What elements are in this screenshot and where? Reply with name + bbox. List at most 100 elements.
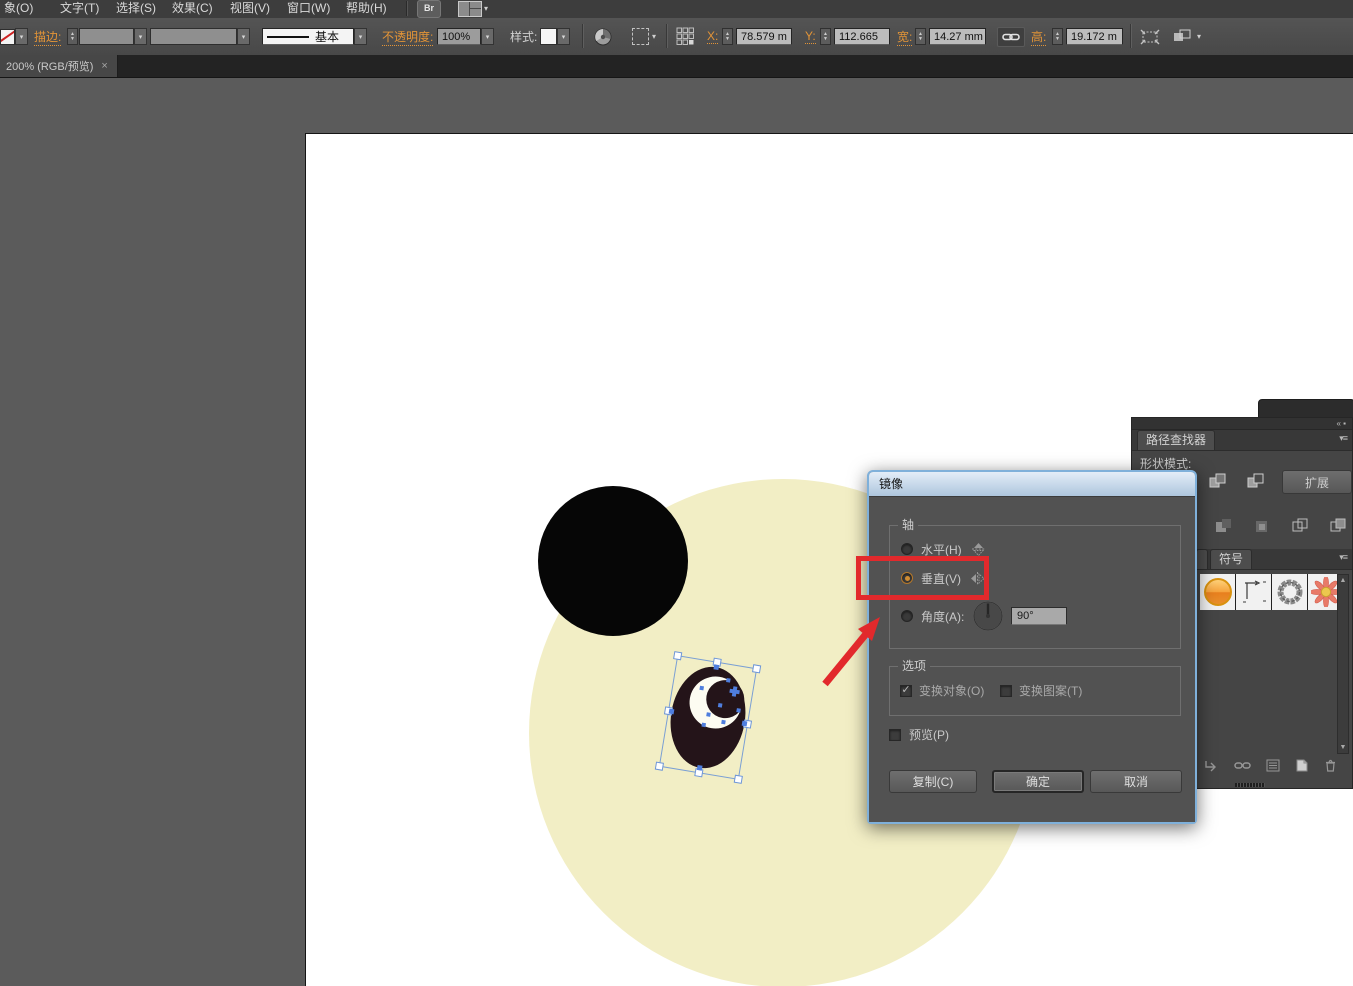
symbols-panel-menu-icon[interactable]: ▾≡	[1339, 553, 1347, 562]
height-stepper[interactable]: ▲▼	[1052, 28, 1063, 45]
width-field[interactable]: 14.27 mm	[929, 28, 986, 45]
align-caret-icon[interactable]: ▾	[1197, 33, 1201, 41]
preview-checkbox[interactable]	[889, 729, 901, 741]
menu-help[interactable]: 帮助(H)	[342, 0, 391, 18]
stroke-weight-dropdown[interactable]: ▾	[79, 28, 147, 45]
align-objects-icon[interactable]: ▾	[1172, 28, 1201, 45]
scroll-down-icon[interactable]: ▼	[1340, 744, 1347, 751]
angle-radio-label[interactable]: 角度(A):	[921, 608, 964, 625]
collapse-panels-icon[interactable]: « ▪	[1336, 420, 1346, 428]
y-stepper[interactable]: ▲▼	[820, 28, 831, 45]
width-stepper[interactable]: ▲▼	[915, 28, 926, 45]
select-similar-icon[interactable]: ▾	[632, 28, 656, 45]
recolor-artwork-icon[interactable]	[594, 28, 612, 45]
flip-horizontal-axis-icon	[970, 542, 987, 557]
new-symbol-icon[interactable]	[1295, 759, 1309, 772]
pathfinder-trim-icon[interactable]	[1248, 515, 1276, 537]
opacity-label[interactable]: 不透明度:	[382, 28, 433, 45]
horizontal-radio-label[interactable]: 水平(H)	[921, 541, 962, 558]
pathfinder-divide-icon[interactable]	[1210, 515, 1238, 537]
symbol-sketch-lines-thumbnail[interactable]	[1236, 574, 1271, 610]
panel-resize-grip[interactable]	[1235, 783, 1265, 787]
transform-objects-row[interactable]: ✓ 变换对象(O)	[900, 682, 984, 699]
style-caret-icon[interactable]: ▾	[557, 28, 570, 45]
select-similar-caret-icon[interactable]: ▾	[652, 33, 656, 41]
stroke-weight-stepper[interactable]: ▲▼	[67, 28, 78, 45]
pathfinder-tab-row: 路径查找器 ▾≡	[1132, 430, 1352, 451]
mirror-dialog: 镜像 轴 水平(H) 垂直(V)	[867, 470, 1197, 824]
menu-effect[interactable]: 效果(C)	[168, 0, 217, 18]
menu-select[interactable]: 选择(S)	[112, 0, 160, 18]
options-group-label: 选项	[898, 659, 930, 673]
variable-width-dropdown[interactable]: ▾	[150, 28, 250, 45]
symbols-scrollbar[interactable]: ▲ ▼	[1337, 574, 1349, 754]
transform-objects-checkbox[interactable]: ✓	[900, 685, 912, 697]
shape-mode-minus-front-icon[interactable]	[1242, 470, 1270, 492]
dialog-title-bar[interactable]: 镜像	[869, 472, 1195, 496]
hidden-partial-tab[interactable]	[1196, 549, 1208, 569]
bridge-launch-button[interactable]: Br	[417, 0, 441, 18]
cancel-button[interactable]: 取消	[1090, 770, 1182, 793]
menu-type[interactable]: 文字(T)	[56, 0, 103, 18]
pathfinder-crop-icon[interactable]	[1324, 515, 1352, 537]
menu-view[interactable]: 视图(V)	[226, 0, 274, 18]
document-tab[interactable]: 200% (RGB/预览) ×	[0, 55, 118, 77]
preview-label[interactable]: 预览(P)	[909, 726, 949, 743]
y-field[interactable]: 112.665	[834, 28, 890, 45]
variable-width-caret-icon[interactable]: ▾	[237, 28, 250, 45]
workspace-layout-icon[interactable]	[458, 1, 482, 17]
menu-object[interactable]: 象(O)	[0, 0, 37, 18]
collapsed-panel-strip[interactable]	[1258, 399, 1353, 419]
transform-patterns-checkbox[interactable]	[1000, 685, 1012, 697]
transform-grid-icon[interactable]	[676, 28, 695, 45]
x-field[interactable]: 78.579 m	[736, 28, 792, 45]
free-transform-icon[interactable]	[1140, 28, 1160, 45]
angle-radio-row[interactable]: 角度(A):	[901, 607, 964, 625]
angle-dial[interactable]	[972, 600, 1004, 632]
stroke-weight-caret-icon[interactable]: ▾	[134, 28, 147, 45]
options-group: 选项 ✓ 变换对象(O) 变换图案(T)	[889, 666, 1181, 716]
height-field[interactable]: 19.172 m	[1066, 28, 1123, 45]
break-link-icon[interactable]	[1234, 759, 1251, 772]
workspace-caret-icon[interactable]: ▾	[484, 5, 488, 13]
preview-row[interactable]: 预览(P)	[889, 726, 949, 743]
close-document-icon[interactable]: ×	[101, 60, 107, 72]
ok-button[interactable]: 确定	[992, 770, 1084, 793]
height-label[interactable]: 高:	[1031, 28, 1046, 45]
delete-symbol-icon[interactable]	[1324, 759, 1337, 772]
shape-mode-unite-icon[interactable]	[1204, 470, 1232, 492]
x-stepper[interactable]: ▲▼	[722, 28, 733, 45]
place-symbol-icon[interactable]	[1204, 759, 1219, 772]
width-label[interactable]: 宽:	[897, 28, 912, 45]
constrain-proportions-icon[interactable]	[997, 28, 1025, 45]
opacity-caret-icon[interactable]: ▾	[481, 28, 494, 45]
dock-header: « ▪	[1132, 418, 1352, 430]
symbol-options-icon[interactable]	[1266, 759, 1280, 772]
pathfinder-panel-menu-icon[interactable]: ▾≡	[1339, 434, 1347, 443]
horizontal-radio[interactable]	[901, 543, 913, 555]
opacity-dropdown[interactable]: 100% ▾	[437, 28, 494, 45]
brush-stroke-preview	[267, 36, 309, 38]
transform-patterns-label[interactable]: 变换图案(T)	[1019, 682, 1082, 699]
scroll-up-icon[interactable]: ▲	[1340, 577, 1347, 584]
y-label[interactable]: Y:	[805, 28, 816, 45]
symbol-orange-orb-thumbnail[interactable]	[1200, 574, 1235, 610]
x-label[interactable]: X:	[707, 28, 718, 45]
transform-patterns-row[interactable]: 变换图案(T)	[1000, 682, 1082, 699]
fill-caret-icon[interactable]: ▾	[15, 28, 28, 45]
transform-objects-label[interactable]: 变换对象(O)	[919, 682, 984, 699]
brush-definition-dropdown[interactable]: 基本 ▾	[262, 28, 367, 45]
stroke-label[interactable]: 描边:	[34, 28, 61, 45]
style-swatch[interactable]: ▾	[540, 28, 570, 45]
brush-caret-icon[interactable]: ▾	[354, 28, 367, 45]
copy-button[interactable]: 复制(C)	[889, 770, 977, 793]
angle-value-field[interactable]: 90°	[1011, 607, 1067, 625]
tab-symbols[interactable]: 符号	[1210, 549, 1252, 569]
fill-color-indicator[interactable]: ▾	[0, 28, 28, 45]
expand-button[interactable]: 扩展	[1282, 470, 1352, 494]
pathfinder-merge-icon[interactable]	[1286, 515, 1314, 537]
symbol-gray-ring-thumbnail[interactable]	[1272, 574, 1307, 610]
menu-window[interactable]: 窗口(W)	[283, 0, 334, 18]
angle-radio[interactable]	[901, 610, 913, 622]
tab-pathfinder[interactable]: 路径查找器	[1137, 430, 1215, 450]
